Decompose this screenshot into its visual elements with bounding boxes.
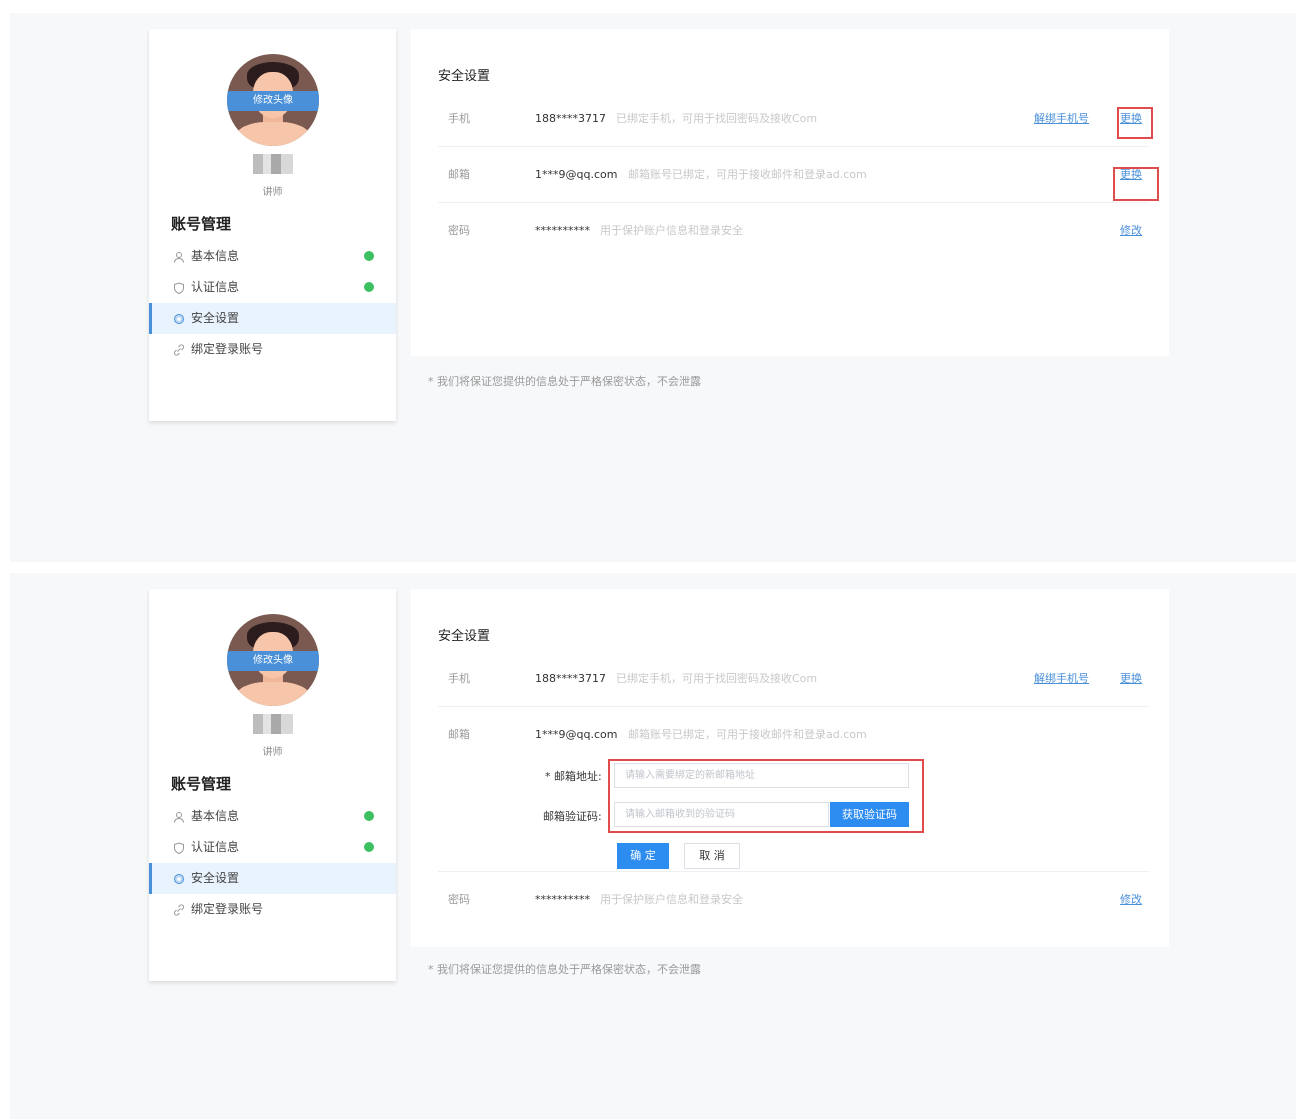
- section-title: 账号管理: [171, 215, 232, 233]
- get-code-button[interactable]: 获取验证码: [830, 802, 909, 827]
- change-avatar-badge[interactable]: 修改头像: [227, 651, 319, 671]
- gear-icon: [174, 873, 184, 884]
- page-title: 安全设置: [438, 69, 491, 84]
- email-label: 邮箱: [448, 168, 470, 181]
- email-value: 1***9@qq.com: [535, 168, 618, 181]
- user-role: 讲师: [262, 747, 283, 758]
- password-value: **********: [535, 224, 590, 237]
- verified-dot-icon: [364, 282, 374, 292]
- section-title: 账号管理: [171, 775, 232, 793]
- password-desc: 用于保护账户信息和登录安全: [600, 893, 743, 906]
- privacy-note: * 我们将保证您提供的信息处于严格保密状态，不会泄露: [428, 375, 701, 388]
- password-label: 密码: [448, 893, 470, 906]
- cancel-button[interactable]: 取 消: [684, 843, 740, 869]
- page-title: 安全设置: [438, 629, 491, 644]
- sidebar-item-label: 认证信息: [191, 280, 240, 294]
- change-password-link[interactable]: 修改: [1120, 872, 1142, 928]
- verified-dot-icon: [364, 251, 374, 261]
- sidebar-item-label: 安全设置: [191, 311, 240, 325]
- phone-value: 188****3717: [535, 112, 606, 125]
- sidebar-menu: 基本信息 认证信息 安全设置 绑定登录账号: [149, 241, 396, 365]
- sidebar-item-certification[interactable]: 认证信息: [149, 832, 396, 863]
- password-row: 密码 ********** 用于保护账户信息和登录安全 修改: [438, 872, 1149, 928]
- sidebar-item-linked-accounts[interactable]: 绑定登录账号: [149, 894, 396, 925]
- user-role: 讲师: [262, 187, 283, 198]
- shield-icon: [174, 841, 184, 854]
- email-value: 1***9@qq.com: [535, 728, 618, 741]
- sidebar-menu: 基本信息 认证信息 安全设置 绑定登录账号: [149, 801, 396, 925]
- password-label: 密码: [448, 224, 470, 237]
- avatar[interactable]: 修改头像: [227, 54, 319, 146]
- unbind-phone-link[interactable]: 解绑手机号: [1034, 91, 1089, 147]
- email-address-input[interactable]: 请输入需要绑定的新邮箱地址: [614, 763, 909, 788]
- security-settings-card: 安全设置 手机 188****3717 已绑定手机，可用于找回密码及接收Com …: [411, 589, 1169, 947]
- email-code-label: 邮箱验证码:: [543, 810, 602, 823]
- sidebar-item-certification[interactable]: 认证信息: [149, 272, 396, 303]
- change-phone-link[interactable]: 更换: [1120, 651, 1142, 707]
- highlight-box: [1113, 167, 1159, 201]
- account-sidebar: 修改头像 讲师 账号管理 基本信息 认证信息 安全设置 绑定登录账号: [149, 589, 396, 981]
- screen-security-settings: 修改头像 讲师 账号管理 基本信息 认证信息 安全设置 绑定登录账号 安全设置 …: [10, 13, 1296, 562]
- phone-row: 手机 188****3717 已绑定手机，可用于找回密码及接收Com 解绑手机号…: [438, 91, 1149, 147]
- confirm-button[interactable]: 确 定: [617, 843, 669, 869]
- sidebar-item-linked-accounts[interactable]: 绑定登录账号: [149, 334, 396, 365]
- phone-desc: 已绑定手机，可用于找回密码及接收Com: [616, 112, 818, 125]
- link-icon: [173, 903, 185, 916]
- email-desc: 邮箱账号已绑定，可用于接收邮件和登录ad.com: [628, 728, 867, 741]
- sidebar-item-security[interactable]: 安全设置: [149, 303, 396, 334]
- user-name-blurred: [253, 154, 293, 174]
- user-icon: [174, 811, 184, 823]
- unbind-phone-link[interactable]: 解绑手机号: [1034, 651, 1089, 707]
- password-value: **********: [535, 893, 590, 906]
- sidebar-item-label: 基本信息: [191, 809, 240, 823]
- phone-label: 手机: [448, 112, 470, 125]
- email-address-label: * 邮箱地址:: [545, 770, 602, 783]
- avatar[interactable]: 修改头像: [227, 614, 319, 706]
- phone-value: 188****3717: [535, 672, 606, 685]
- avatar-body: [235, 122, 311, 146]
- verified-dot-icon: [364, 811, 374, 821]
- email-label: 邮箱: [448, 728, 470, 741]
- account-sidebar: 修改头像 讲师 账号管理 基本信息 认证信息 安全设置 绑定登录账号: [149, 29, 396, 421]
- email-row: 邮箱 1***9@qq.com 邮箱账号已绑定，可用于接收邮件和登录ad.com…: [438, 147, 1149, 203]
- security-settings-card: 安全设置 手机 188****3717 已绑定手机，可用于找回密码及接收Com …: [411, 29, 1169, 356]
- email-code-input[interactable]: 请输入邮箱收到的验证码: [614, 802, 829, 827]
- sidebar-item-label: 基本信息: [191, 249, 240, 263]
- sidebar-item-label: 绑定登录账号: [191, 342, 264, 356]
- password-desc: 用于保护账户信息和登录安全: [600, 224, 743, 237]
- sidebar-item-security[interactable]: 安全设置: [149, 863, 396, 894]
- sidebar-item-label: 安全设置: [191, 871, 240, 885]
- sidebar-item-basic-info[interactable]: 基本信息: [149, 241, 396, 272]
- sidebar-item-label: 绑定登录账号: [191, 902, 264, 916]
- avatar-body: [235, 682, 311, 706]
- shield-icon: [174, 281, 184, 294]
- sidebar-item-label: 认证信息: [191, 840, 240, 854]
- change-avatar-badge[interactable]: 修改头像: [227, 91, 319, 111]
- user-icon: [174, 251, 184, 263]
- screen-change-email: 修改头像 讲师 账号管理 基本信息 认证信息 安全设置 绑定登录账号 安全设置 …: [10, 573, 1296, 1119]
- email-desc: 邮箱账号已绑定，可用于接收邮件和登录ad.com: [628, 168, 867, 181]
- highlight-box: [1117, 107, 1153, 139]
- change-password-link[interactable]: 修改: [1120, 203, 1142, 259]
- user-name-blurred: [253, 714, 293, 734]
- privacy-note: * 我们将保证您提供的信息处于严格保密状态，不会泄露: [428, 963, 701, 976]
- link-icon: [173, 343, 185, 356]
- gear-icon: [174, 313, 184, 324]
- sidebar-item-basic-info[interactable]: 基本信息: [149, 801, 396, 832]
- phone-label: 手机: [448, 672, 470, 685]
- password-row: 密码 ********** 用于保护账户信息和登录安全 修改: [438, 203, 1149, 259]
- phone-row: 手机 188****3717 已绑定手机，可用于找回密码及接收Com 解绑手机号…: [438, 651, 1149, 707]
- verified-dot-icon: [364, 842, 374, 852]
- phone-desc: 已绑定手机，可用于找回密码及接收Com: [616, 672, 818, 685]
